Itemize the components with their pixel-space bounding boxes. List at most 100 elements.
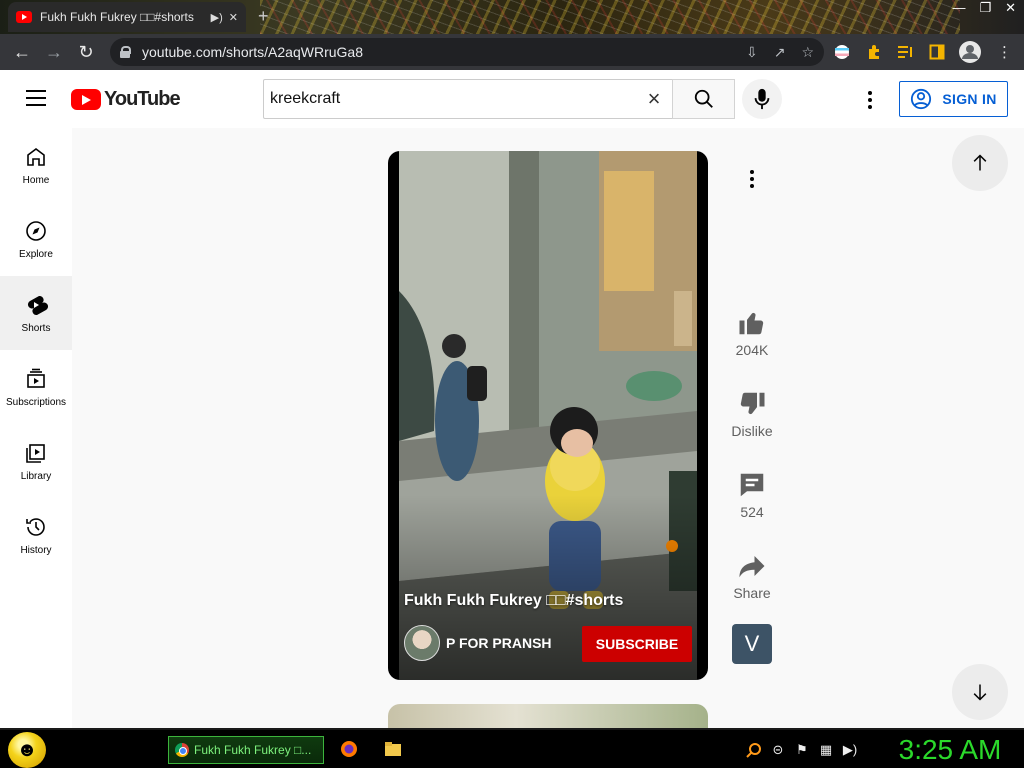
short-title[interactable]: Fukh Fukh Fukrey □□#shorts bbox=[404, 592, 623, 610]
history-icon bbox=[26, 517, 45, 536]
browser-toolbar: ← → ↻ youtube.com/shorts/A2aqWRruGa8 ⇩ ↗… bbox=[0, 34, 1024, 70]
subscriptions-icon bbox=[27, 368, 45, 388]
comments-button[interactable]: 524 bbox=[728, 470, 776, 520]
thumbs-down-icon bbox=[740, 392, 765, 415]
settings-kebab-icon[interactable] bbox=[860, 88, 880, 112]
arrow-down-icon bbox=[973, 684, 987, 701]
arrow-up-icon bbox=[973, 154, 987, 171]
home-icon bbox=[27, 147, 45, 166]
window-controls: — ❐ ✕ bbox=[952, 0, 1016, 16]
wallpaper-decoration bbox=[260, 0, 960, 34]
channel-info[interactable]: P FOR PRANSH bbox=[404, 625, 552, 661]
shorts-video-player[interactable]: Fukh Fukh Fukrey □□#shorts P FOR PRANSH … bbox=[388, 151, 708, 680]
sidebar-item-label: Home bbox=[22, 174, 50, 186]
system-clock[interactable]: 3:25 AM bbox=[880, 732, 1020, 768]
volume-icon[interactable]: ▶) bbox=[842, 742, 858, 758]
voice-search-button[interactable] bbox=[742, 79, 782, 119]
side-panel-icon[interactable] bbox=[929, 34, 945, 70]
comment-count: 524 bbox=[740, 504, 764, 520]
search-icon bbox=[694, 89, 713, 108]
back-arrow-icon[interactable]: ← bbox=[6, 42, 38, 63]
sidebar-item-label: History bbox=[20, 544, 52, 556]
sidebar-item-label: Subscriptions bbox=[5, 396, 67, 408]
tab-close-icon[interactable]: ✕ bbox=[229, 11, 238, 24]
minimize-icon[interactable]: — bbox=[952, 0, 965, 16]
sidebar-item-history[interactable]: History bbox=[0, 498, 72, 572]
clear-search-icon[interactable]: × bbox=[642, 86, 666, 112]
sidebar-item-label: Library bbox=[20, 470, 52, 482]
vertical-dots-icon bbox=[750, 170, 754, 188]
sidebar-item-subscriptions[interactable]: Subscriptions bbox=[0, 350, 72, 424]
next-short-button[interactable] bbox=[952, 664, 1008, 720]
taskbar-window-label: Fukh Fukh Fukrey □... bbox=[194, 743, 312, 757]
microphone-icon bbox=[754, 88, 770, 110]
forward-arrow-icon[interactable]: → bbox=[38, 42, 70, 63]
extensions-puzzle-icon[interactable] bbox=[866, 34, 882, 70]
sign-in-button[interactable]: SIGN IN bbox=[899, 81, 1008, 117]
no-entry-icon[interactable]: ⊝ bbox=[770, 742, 786, 758]
youtube-play-icon bbox=[71, 89, 101, 110]
mini-guide-sidebar: Home Explore Shorts Subscriptions Librar… bbox=[0, 128, 72, 728]
new-tab-icon[interactable]: + bbox=[258, 6, 269, 27]
like-button[interactable]: 204K bbox=[728, 308, 776, 358]
install-app-icon[interactable]: ⇩ bbox=[746, 44, 758, 61]
flag-warning-icon[interactable]: ⚑ bbox=[794, 742, 810, 758]
browser-tabstrip: Fukh Fukh Fukrey □□#shorts ▶) ✕ + — ❐ ✕ bbox=[0, 0, 1024, 34]
lock-icon[interactable] bbox=[120, 46, 131, 58]
network-icon[interactable]: ▦ bbox=[818, 742, 834, 758]
os-taskbar: ☻ Fukh Fukh Fukrey □... ⊝ ⚑ ▦ ▶) 3:25 AM bbox=[0, 728, 1024, 768]
taskbar-window-chrome[interactable]: Fukh Fukh Fukrey □... bbox=[168, 736, 324, 764]
menu-hamburger-icon[interactable] bbox=[26, 90, 46, 106]
subscribe-button[interactable]: SUBSCRIBE bbox=[582, 626, 692, 662]
profile-flag-icon[interactable] bbox=[834, 34, 850, 70]
more-actions-button[interactable] bbox=[728, 167, 776, 191]
bookmark-star-icon[interactable]: ☆ bbox=[801, 44, 814, 61]
share-page-icon[interactable]: ↗ bbox=[774, 44, 786, 61]
youtube-logo[interactable]: YouTube bbox=[71, 88, 181, 111]
share-arrow-icon bbox=[739, 556, 765, 578]
uploader-avatar-button[interactable]: V bbox=[732, 624, 772, 664]
sign-in-label: SIGN IN bbox=[942, 91, 997, 107]
sidebar-item-shorts[interactable]: Shorts bbox=[0, 276, 72, 350]
start-smiley-icon[interactable]: ☻ bbox=[8, 732, 46, 768]
file-manager-icon[interactable] bbox=[384, 740, 401, 756]
search-input[interactable]: kreekcraft × bbox=[263, 79, 673, 119]
youtube-header: YouTube kreekcraft × SIGN IN bbox=[0, 70, 1024, 128]
sidebar-item-library[interactable]: Library bbox=[0, 424, 72, 498]
like-count: 204K bbox=[735, 342, 769, 358]
browser-tab-active[interactable]: Fukh Fukh Fukrey □□#shorts ▶) ✕ bbox=[8, 2, 246, 32]
comment-icon bbox=[740, 473, 764, 497]
channel-name[interactable]: P FOR PRANSH bbox=[446, 635, 552, 651]
firefox-icon[interactable] bbox=[340, 740, 357, 757]
search-query: kreekcraft bbox=[270, 90, 341, 107]
share-button[interactable]: Share bbox=[728, 551, 776, 601]
reload-icon[interactable]: ↻ bbox=[70, 42, 102, 63]
dislike-button[interactable]: Dislike bbox=[728, 389, 776, 439]
sidebar-item-home[interactable]: Home bbox=[0, 128, 72, 202]
compass-icon bbox=[26, 220, 46, 241]
dislike-label: Dislike bbox=[731, 423, 773, 439]
address-bar[interactable]: youtube.com/shorts/A2aqWRruGa8 ⇩ ↗ ☆ bbox=[110, 38, 824, 66]
search-tray-icon[interactable] bbox=[746, 742, 762, 758]
url-text: youtube.com/shorts/A2aqWRruGa8 bbox=[142, 44, 363, 60]
search-button[interactable] bbox=[672, 79, 735, 119]
sidebar-item-explore[interactable]: Explore bbox=[0, 202, 72, 276]
profile-avatar-icon[interactable] bbox=[959, 34, 981, 70]
window-close-icon[interactable]: ✕ bbox=[1005, 0, 1016, 16]
shorts-icon bbox=[28, 295, 48, 315]
account-circle-icon bbox=[911, 88, 932, 110]
share-label: Share bbox=[733, 585, 771, 601]
channel-avatar[interactable] bbox=[404, 625, 440, 661]
browser-menu-icon[interactable]: ⋮ bbox=[997, 34, 1012, 70]
tab-title: Fukh Fukh Fukrey □□#shorts bbox=[40, 10, 194, 24]
restore-icon[interactable]: ❐ bbox=[979, 0, 991, 16]
sidebar-item-label: Shorts bbox=[21, 322, 51, 334]
sidebar-item-label: Explore bbox=[19, 248, 53, 260]
youtube-favicon-icon bbox=[16, 11, 32, 23]
thumbs-up-icon bbox=[739, 312, 764, 335]
media-queue-icon[interactable] bbox=[897, 34, 915, 70]
previous-short-button[interactable] bbox=[952, 135, 1008, 191]
logo-text: YouTube bbox=[104, 88, 181, 110]
library-icon bbox=[26, 443, 45, 463]
speaker-icon[interactable]: ▶) bbox=[211, 11, 223, 24]
